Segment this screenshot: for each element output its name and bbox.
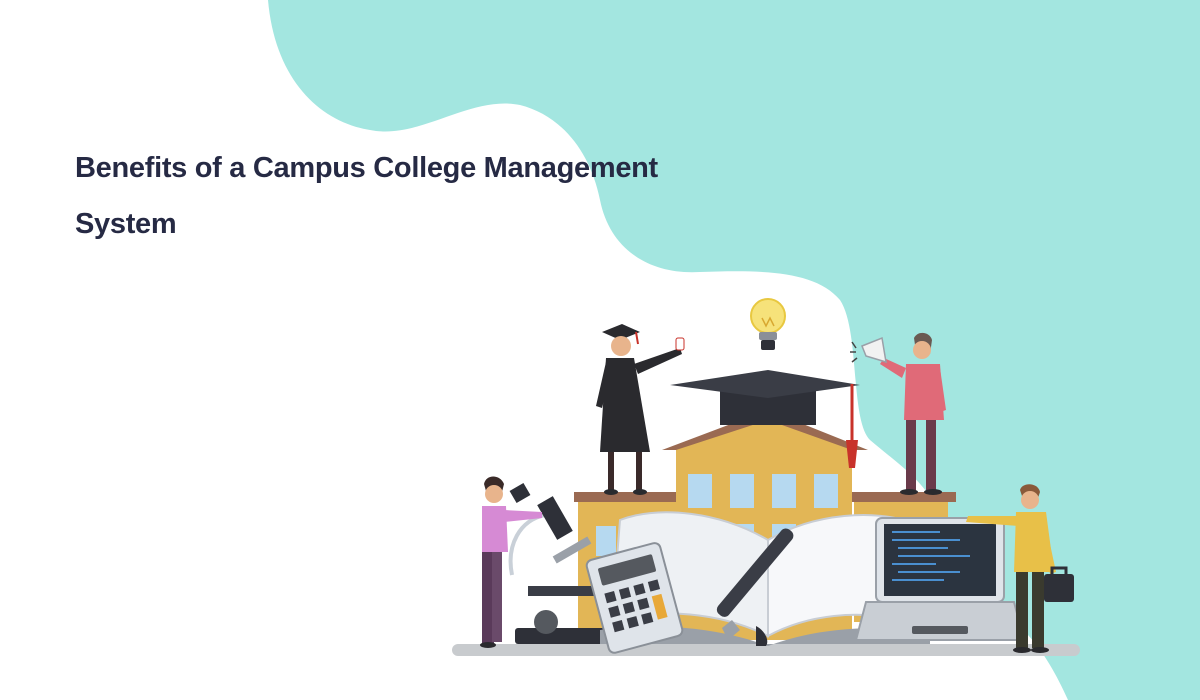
light-bulb-icon [750,298,786,350]
megaphone-person-icon [850,332,946,495]
laptop-icon [854,517,1026,641]
page-title-line-2: System [75,208,177,240]
campus-illustration [452,298,1080,656]
page-title-line-1: Benefits of a Campus College Management [75,152,658,184]
graduate-student-icon [596,324,685,495]
title-block: Benefits of a Campus College Management … [75,140,735,252]
briefcase-icon [1044,566,1074,602]
